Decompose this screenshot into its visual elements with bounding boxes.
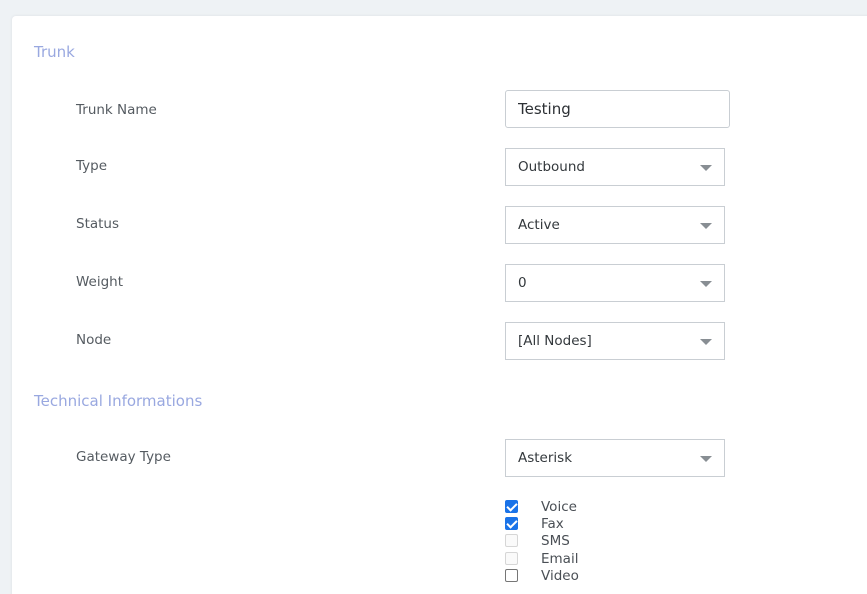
voice-checkbox[interactable] [505,500,518,513]
node-select-value: [All Nodes] [518,333,592,349]
status-select[interactable]: Active [505,206,725,244]
status-label: Status [76,216,120,232]
weight-label: Weight [76,274,124,290]
video-label: Video [541,567,579,584]
capability-sms-row: SMS [505,532,570,549]
capability-fax-row[interactable]: Fax [505,515,564,532]
chevron-down-icon [700,223,712,229]
email-checkbox [505,552,518,565]
status-select-value: Active [518,217,560,233]
type-label: Type [76,158,108,174]
trunk-name-label: Trunk Name [76,102,157,118]
sms-label: SMS [541,532,570,549]
chevron-down-icon [700,339,712,345]
capability-voice-row[interactable]: Voice [505,498,577,515]
chevron-down-icon [700,165,712,171]
type-select[interactable]: Outbound [505,148,725,186]
chevron-down-icon [700,456,712,462]
section-title-technical: Technical Informations [34,392,203,410]
weight-select-value: 0 [518,275,527,291]
node-label: Node [76,332,112,348]
gateway-type-select-value: Asterisk [518,450,573,466]
trunk-name-input[interactable] [505,90,730,128]
chevron-down-icon [700,281,712,287]
email-label: Email [541,550,579,567]
trunk-form-card: Trunk Trunk Name Type Outbound Status Ac… [12,16,867,594]
gateway-type-label: Gateway Type [76,449,171,465]
capability-email-row: Email [505,550,578,567]
fax-label: Fax [541,515,564,532]
section-title-trunk: Trunk [34,43,75,61]
weight-select[interactable]: 0 [505,264,725,302]
video-checkbox[interactable] [505,569,518,582]
gateway-type-select[interactable]: Asterisk [505,439,725,477]
fax-checkbox[interactable] [505,517,518,530]
sms-checkbox [505,534,518,547]
voice-label: Voice [541,498,577,515]
type-select-value: Outbound [518,159,585,175]
capability-video-row[interactable]: Video [505,567,579,584]
node-select[interactable]: [All Nodes] [505,322,725,360]
